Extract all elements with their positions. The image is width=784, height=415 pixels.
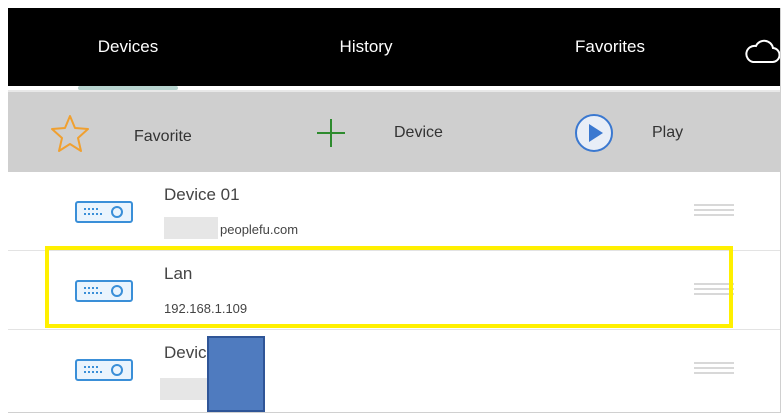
tab-favorites[interactable]: Favorites <box>530 8 690 86</box>
plus-icon <box>317 119 345 147</box>
redaction-overlay <box>207 336 265 412</box>
star-outline-icon <box>51 115 89 152</box>
play-circle-icon <box>575 114 613 152</box>
app-frame: Devices History Favorites Favorite Devic… <box>8 8 781 413</box>
device-address: peoplefu.com <box>164 216 299 239</box>
play-label: Play <box>652 124 684 141</box>
drag-handle-icon[interactable] <box>694 203 734 217</box>
favorite-label: Favorite <box>134 128 192 145</box>
device-address-text: peoplefu.com <box>220 222 299 237</box>
redaction-block <box>160 378 214 400</box>
add-device-button[interactable]: Device <box>316 92 443 174</box>
top-tab-bar: Devices History Favorites <box>8 8 780 86</box>
device-row[interactable]: Devic <box>8 330 780 408</box>
device-row[interactable]: Device 01 peoplefu.com <box>8 172 780 251</box>
action-bar: Favorite Device Play <box>8 90 780 174</box>
dvr-device-icon <box>75 201 133 223</box>
drag-handle-icon[interactable] <box>694 361 734 375</box>
tab-history[interactable]: History <box>286 8 446 86</box>
device-label: Device <box>394 124 443 141</box>
redaction-block <box>164 216 218 239</box>
play-button[interactable]: Play <box>574 92 683 174</box>
highlight-annotation-box <box>45 246 733 328</box>
device-name: Device 01 <box>164 185 240 204</box>
dvr-device-icon <box>75 359 133 381</box>
device-name: Devic <box>164 343 207 362</box>
favorite-button[interactable]: Favorite <box>50 92 192 174</box>
cloud-icon[interactable] <box>744 38 780 64</box>
tab-devices[interactable]: Devices <box>48 8 208 86</box>
